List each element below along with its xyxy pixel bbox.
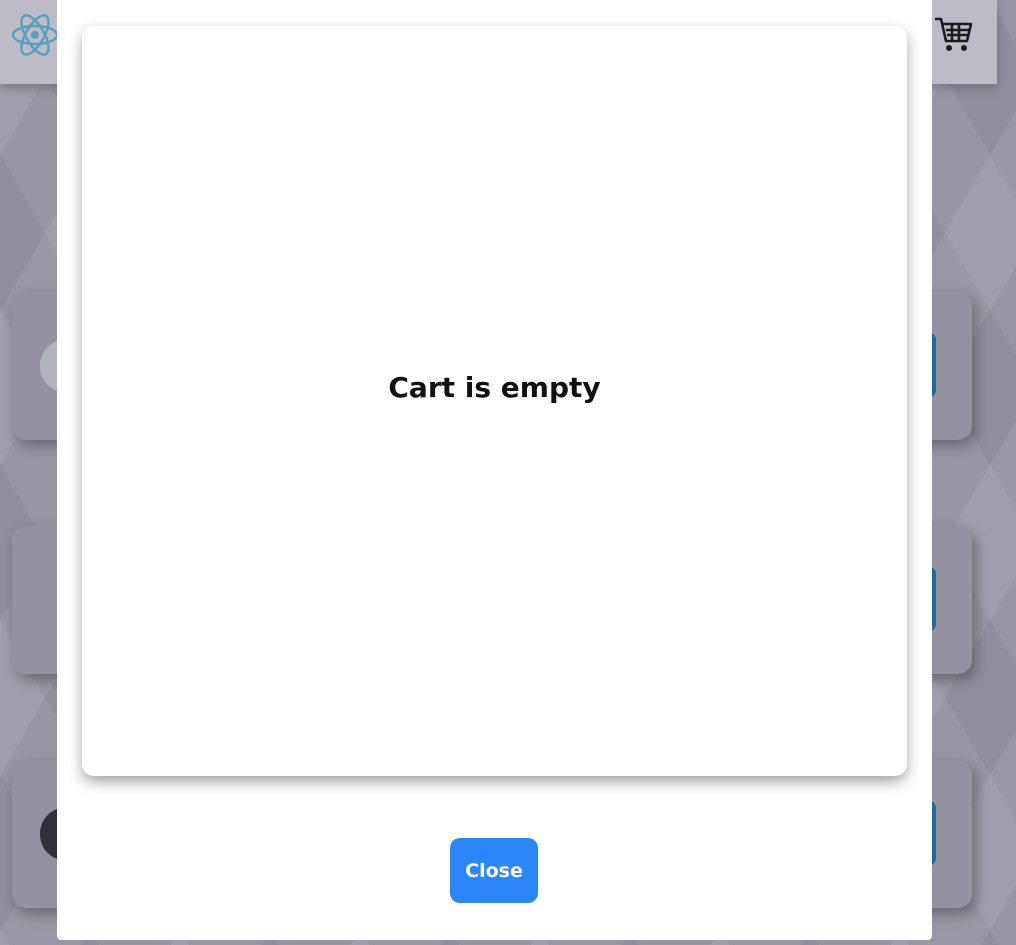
cart-items-panel: Cart is empty: [82, 26, 907, 776]
close-button[interactable]: Close: [450, 838, 538, 903]
cart-empty-message: Cart is empty: [388, 371, 601, 404]
cart-modal: Cart is empty Close: [57, 0, 932, 940]
